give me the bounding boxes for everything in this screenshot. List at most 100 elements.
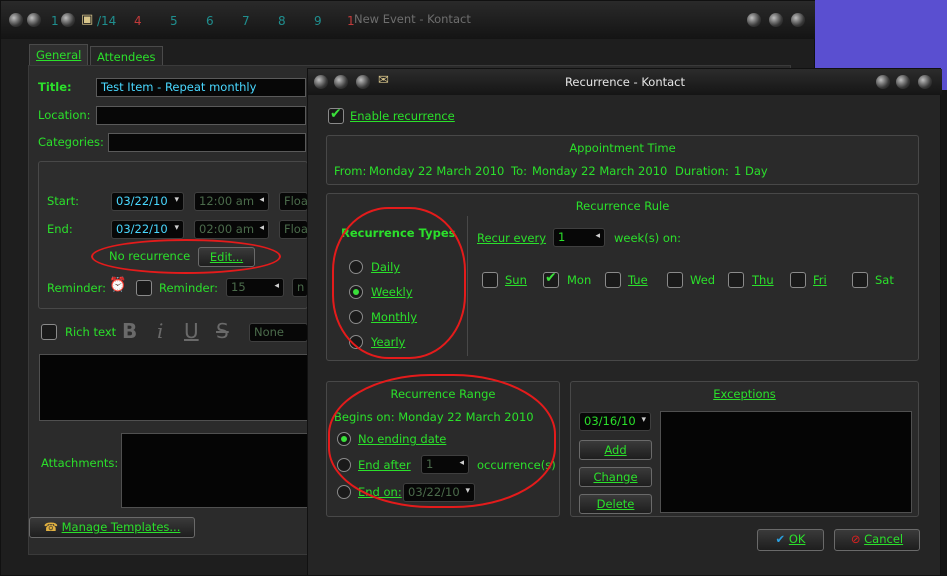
ok-button[interactable]: ✔ OK xyxy=(757,529,824,551)
day-label-sun: Sun xyxy=(505,273,527,287)
day-label-fri: Fri xyxy=(813,273,827,287)
tab-general[interactable]: General xyxy=(29,44,89,66)
day-checkbox-sat[interactable] xyxy=(852,272,868,288)
annotation-circle xyxy=(332,207,466,359)
day-label-sat: Sat xyxy=(875,273,894,287)
rich-text-label: Rich text xyxy=(65,325,117,339)
strip-number: 1 xyxy=(51,14,59,28)
close-button[interactable] xyxy=(918,75,932,89)
maximize-button[interactable] xyxy=(769,13,783,27)
to-value: Monday 22 March 2010 xyxy=(532,164,668,178)
manage-templates-button[interactable]: ☎ Manage Templates... xyxy=(29,517,195,538)
maximize-button[interactable] xyxy=(896,75,910,89)
day-checkbox-fri[interactable] xyxy=(790,272,806,288)
recurrence-title: Recurrence - Kontact xyxy=(564,75,686,89)
strip-number: 8 xyxy=(278,14,286,28)
window-menu-button[interactable] xyxy=(9,13,23,27)
minimize-button[interactable] xyxy=(876,75,890,89)
day-checkbox-tue[interactable] xyxy=(605,272,621,288)
strip-number: 5 xyxy=(170,14,178,28)
appointment-time-title: Appointment Time xyxy=(569,141,676,155)
day-checkbox-wed[interactable] xyxy=(667,272,683,288)
start-date-combo[interactable]: 03/22/10 ▾ xyxy=(111,192,184,211)
day-label-mon: Mon xyxy=(567,273,592,287)
day-checkbox-mon[interactable] xyxy=(543,270,559,288)
enable-recurrence-label: Enable recurrence xyxy=(350,109,455,123)
strip-number: 7 xyxy=(242,14,250,28)
exception-change-button[interactable]: Change xyxy=(579,467,652,487)
check-icon: ✔ xyxy=(775,532,786,546)
reminder-checkbox-label: Reminder: xyxy=(159,281,219,295)
recur-every-label: Recur every xyxy=(477,231,547,245)
underline-button[interactable]: U xyxy=(184,319,199,343)
exceptions-list[interactable] xyxy=(660,411,912,513)
description-editor[interactable] xyxy=(39,354,308,421)
attachments-list[interactable] xyxy=(121,433,308,508)
exception-date-combo[interactable]: 03/16/10 ▾ xyxy=(579,412,651,431)
exception-add-button[interactable]: Add xyxy=(579,440,652,460)
end-date-combo[interactable]: 03/22/10 ▾ xyxy=(111,220,184,239)
annotation-circle xyxy=(328,374,556,508)
location-input[interactable] xyxy=(96,106,306,125)
sticky-button[interactable] xyxy=(27,13,41,27)
to-label: To: xyxy=(511,164,527,178)
appointment-time-group: Appointment Time From: Monday 22 March 2… xyxy=(326,135,919,185)
reminder-unit-combo[interactable]: n xyxy=(292,278,308,297)
recurrence-dialog: ✉ Recurrence - Kontact Enable recurrence… xyxy=(307,68,942,576)
reminder-checkbox[interactable] xyxy=(136,280,152,296)
strikethrough-button[interactable]: S xyxy=(216,319,229,343)
from-label: From: xyxy=(334,164,367,178)
new-event-titlebar[interactable]: 1 ▣ /14 4 5 6 7 8 9 1 New Event - Kontac… xyxy=(1,1,816,39)
strip-number: 6 xyxy=(206,14,214,28)
exception-delete-button[interactable]: Delete xyxy=(579,494,652,514)
minimize-button[interactable] xyxy=(747,13,761,27)
close-button[interactable] xyxy=(791,13,805,27)
desktop-background xyxy=(815,0,947,68)
title-label: Title: xyxy=(38,80,72,94)
rule-divider xyxy=(467,216,468,356)
title-input[interactable]: Test Item - Repeat monthly xyxy=(96,78,306,97)
cancel-button[interactable]: ⊘ Cancel xyxy=(834,529,920,551)
strip-number: 9 xyxy=(314,14,322,28)
alarm-bell-icon: ⏰ xyxy=(109,277,127,293)
new-event-title: New Event - Kontact xyxy=(354,12,471,26)
end-time-combo[interactable]: 02:00 am ◂ xyxy=(194,220,269,239)
day-label-wed: Wed xyxy=(690,273,716,287)
end-on-radio[interactable] xyxy=(337,485,351,499)
categories-input[interactable] xyxy=(108,133,306,152)
bold-button[interactable]: B xyxy=(122,319,137,343)
day-label-thu: Thu xyxy=(752,273,774,287)
end-timezone-combo[interactable]: Floa xyxy=(279,220,308,239)
recur-every-spin[interactable]: 1 ◂ xyxy=(553,228,605,247)
categories-label: Categories: xyxy=(38,135,104,149)
rich-text-checkbox[interactable] xyxy=(41,324,57,340)
desktop-edge xyxy=(941,90,947,576)
duration-value: 1 Day xyxy=(734,164,768,178)
duration-label: Duration: xyxy=(675,164,729,178)
start-time-combo[interactable]: 12:00 am ◂ xyxy=(194,192,269,211)
day-checkbox-sun[interactable] xyxy=(482,272,498,288)
exceptions-group: Exceptions 03/16/10 ▾ Add Change Delete xyxy=(570,381,919,517)
day-label-tue: Tue xyxy=(628,273,648,287)
strip-number: /14 xyxy=(97,14,117,28)
cancel-icon: ⊘ xyxy=(850,532,861,546)
recur-unit-label: week(s) on: xyxy=(614,231,682,245)
font-combo[interactable]: None xyxy=(249,323,308,342)
annotation-circle xyxy=(91,239,281,274)
day-checkbox-thu[interactable] xyxy=(728,272,744,288)
enable-recurrence-checkbox[interactable] xyxy=(328,106,344,124)
recurrence-rule-group: Recurrence Rule Recurrence Types Daily W… xyxy=(326,193,919,361)
attachments-label: Attachments: xyxy=(41,456,119,470)
calendar-icon: ▣ xyxy=(81,12,94,27)
strip-number: 4 xyxy=(134,14,142,28)
recurrence-titlebar[interactable]: ✉ Recurrence - Kontact xyxy=(308,69,942,95)
italic-button[interactable]: i xyxy=(157,319,163,343)
end-label: End: xyxy=(47,222,73,236)
reminder-label: Reminder: xyxy=(47,281,107,295)
location-label: Location: xyxy=(38,108,91,122)
start-timezone-combo[interactable]: Floa xyxy=(279,192,308,211)
reminder-value-spin[interactable]: 15 ◂ xyxy=(226,278,284,297)
from-value: Monday 22 March 2010 xyxy=(369,164,505,178)
keep-above-button[interactable] xyxy=(61,13,75,27)
exceptions-title: Exceptions xyxy=(713,387,776,401)
